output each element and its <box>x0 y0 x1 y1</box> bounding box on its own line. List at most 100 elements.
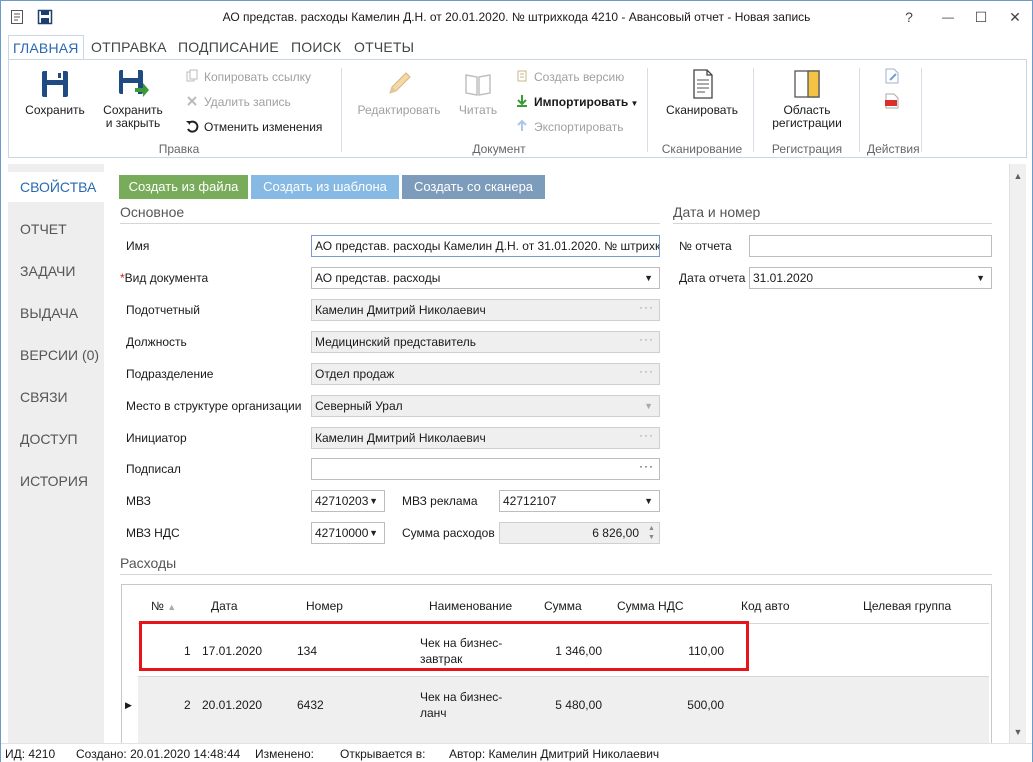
chevron-down-icon[interactable]: ▼ <box>976 268 985 288</box>
nav-tasks[interactable]: ЗАДАЧИ <box>8 256 104 286</box>
scan-button[interactable]: Сканировать <box>659 64 745 117</box>
chevron-down-icon[interactable]: ▼ <box>644 491 653 511</box>
ellipsis-icon[interactable]: ··· <box>639 428 654 445</box>
tab-send[interactable]: ОТПРАВКА <box>91 35 167 59</box>
create-from-file-button[interactable]: Создать из файла <box>119 175 248 199</box>
chevron-down-icon[interactable]: ▼ <box>644 268 653 288</box>
column-header-car-code[interactable]: Код авто <box>741 599 790 613</box>
create-version-button[interactable]: Создать версию <box>515 68 624 86</box>
chevron-down-icon[interactable]: ▼ <box>369 523 378 543</box>
nav-issue[interactable]: ВЫДАЧА <box>8 298 104 328</box>
sort-ascending-icon: ▲ <box>167 602 177 612</box>
scan-label: Сканировать <box>666 103 738 117</box>
name-field[interactable]: АО представ. расходы Камелин Д.Н. от 31.… <box>311 235 660 257</box>
import-button[interactable]: Импортировать ▼ <box>515 93 638 111</box>
row-no: 2 <box>184 698 191 712</box>
column-header-name[interactable]: Наименование <box>429 599 512 613</box>
nav-history[interactable]: ИСТОРИЯ <box>8 466 104 496</box>
date-section-title: Дата и номер <box>673 204 761 220</box>
ribbon: Сохранить Сохранить и закрыть Копировать… <box>8 59 1027 158</box>
spin-arrows-icon: ▲ ▼ <box>648 525 655 541</box>
nav-report[interactable]: ОТЧЕТ <box>8 214 104 244</box>
scroll-up-icon[interactable]: ▲ <box>1010 168 1026 185</box>
doc-type-label-text: Вид документа <box>124 271 209 285</box>
export-button[interactable]: Экспортировать <box>515 118 624 136</box>
read-button[interactable]: Читать <box>453 64 503 117</box>
ribbon-separator <box>921 68 922 152</box>
ellipsis-icon[interactable]: ··· <box>639 459 654 476</box>
document-edit-icon[interactable] <box>885 68 899 84</box>
row-sum: 5 480,00 <box>555 698 602 712</box>
export-icon <box>517 119 527 131</box>
report-date-picker[interactable]: 31.01.2020 ▼ <box>749 267 992 289</box>
edit-label: Редактировать <box>357 103 441 117</box>
edit-button[interactable]: Редактировать <box>353 64 445 117</box>
create-from-template-button[interactable]: Создать из шаблона <box>251 175 399 199</box>
save-close-button[interactable]: Сохранить и закрыть <box>97 64 169 130</box>
main-window: АО представ. расходы Камелин Д.Н. от 20.… <box>0 0 1033 762</box>
registration-area-button[interactable]: Область регистрации <box>764 64 850 130</box>
current-row-marker-icon: ▶ <box>125 700 132 710</box>
column-header-number[interactable]: Номер <box>306 599 343 613</box>
tab-main[interactable]: ГЛАВНАЯ <box>8 35 84 59</box>
org-place-select[interactable]: Северный Урал ▼ <box>311 395 660 417</box>
delete-record-button[interactable]: Удалить запись <box>185 93 291 111</box>
maximize-button[interactable]: ☐ <box>966 5 996 29</box>
mvz-select[interactable]: 42710203 ▼ <box>311 490 385 512</box>
group-document-label: Документ <box>472 142 526 156</box>
save-close-icon <box>119 70 149 97</box>
status-bar: ИД: 4210 Создано: 20.01.2020 14:48:44 Из… <box>1 743 1032 762</box>
vertical-scrollbar[interactable]: ▲ ▼ <box>1009 164 1026 744</box>
column-header-date[interactable]: Дата <box>211 599 238 613</box>
column-header-vat[interactable]: Сумма НДС <box>617 599 684 613</box>
tab-signing[interactable]: ПОДПИСАНИЕ <box>178 35 279 59</box>
accountable-field[interactable]: Камелин Дмитрий Николаевич ··· <box>311 299 660 321</box>
read-label: Читать <box>458 103 498 117</box>
report-no-field[interactable] <box>749 235 992 257</box>
ellipsis-icon[interactable]: ··· <box>639 332 654 349</box>
help-button[interactable]: ? <box>894 5 924 29</box>
ellipsis-icon[interactable]: ··· <box>639 364 654 381</box>
ribbon-separator <box>647 68 648 152</box>
signed-field[interactable]: ··· <box>311 458 660 480</box>
nav-access[interactable]: ДОСТУП <box>8 424 104 454</box>
initiator-field[interactable]: Камелин Дмитрий Николаевич ··· <box>311 427 660 449</box>
column-header-no[interactable]: № ▲ <box>151 599 176 613</box>
scroll-down-icon[interactable]: ▼ <box>1010 724 1026 741</box>
pdf-icon[interactable] <box>885 93 899 109</box>
save-close-label-2: и закрыть <box>105 116 161 130</box>
create-from-scanner-button[interactable]: Создать со сканера <box>402 175 545 199</box>
registration-area-label-2: регистрации <box>772 116 842 130</box>
column-header-target-group[interactable]: Целевая группа <box>863 599 951 613</box>
chevron-down-icon[interactable]: ▼ <box>644 396 653 416</box>
close-button[interactable]: ✕ <box>1000 5 1030 29</box>
save-button[interactable]: Сохранить <box>19 64 91 117</box>
window-title: АО представ. расходы Камелин Д.Н. от 20.… <box>222 10 811 24</box>
copy-link-button[interactable]: Копировать ссылку <box>185 68 311 86</box>
expense-sum-field: 6 826,00 ▲ ▼ <box>499 522 660 544</box>
mvz-vat-select[interactable]: 42710000 ▼ <box>311 522 385 544</box>
position-field[interactable]: Медицинский представитель ··· <box>311 331 660 353</box>
doc-type-select[interactable]: АО представ. расходы ▼ <box>311 267 660 289</box>
minimize-button[interactable]: — <box>933 5 963 29</box>
row-date: 20.01.2020 <box>202 698 263 712</box>
export-label: Экспортировать <box>534 120 624 134</box>
mvz-ad-select[interactable]: 42712107 ▼ <box>499 490 660 512</box>
undo-changes-button[interactable]: Отменить изменения <box>185 118 322 136</box>
section-divider <box>120 574 992 575</box>
department-field[interactable]: Отдел продаж ··· <box>311 363 660 385</box>
position-label: Должность <box>126 335 187 349</box>
org-place-value: Северный Урал <box>315 399 403 413</box>
tab-search[interactable]: ПОИСК <box>291 35 341 59</box>
ellipsis-icon[interactable]: ··· <box>639 300 654 317</box>
initiator-value: Камелин Дмитрий Николаевич <box>315 431 486 445</box>
tab-reports[interactable]: ОТЧЕТЫ <box>354 35 414 59</box>
chevron-down-icon[interactable]: ▼ <box>369 491 378 511</box>
doc-type-label: *Вид документа <box>120 271 208 285</box>
mvz-ad-label: МВЗ реклама <box>402 494 478 508</box>
nav-versions[interactable]: ВЕРСИИ (0) <box>8 340 104 370</box>
column-header-sum[interactable]: Сумма <box>544 599 582 613</box>
doc-type-value: АО представ. расходы <box>315 271 441 285</box>
nav-properties[interactable]: СВОЙСТВА <box>8 172 105 202</box>
nav-links[interactable]: СВЯЗИ <box>8 382 104 412</box>
